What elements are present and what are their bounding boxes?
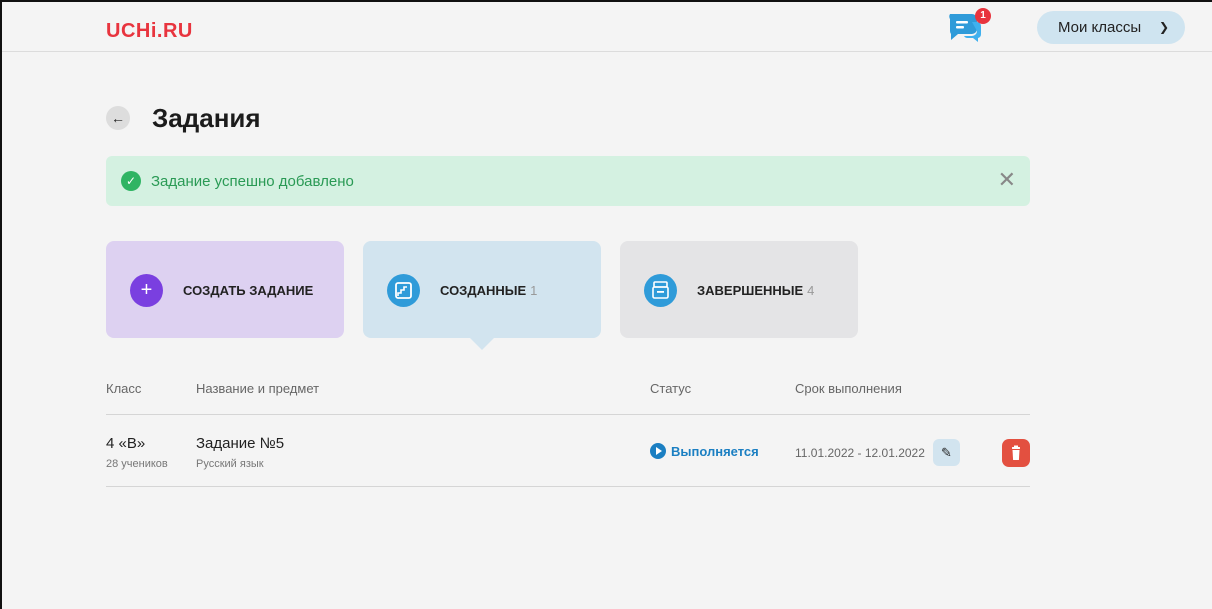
deadline-range: 11.01.2022 - 12.01.2022 <box>795 446 925 460</box>
pencil-icon: ✎ <box>941 445 952 460</box>
column-header-deadline: Срок выполнения <box>795 381 902 396</box>
table-row-divider <box>106 486 1030 487</box>
my-classes-label: Мои классы <box>1058 19 1142 36</box>
delete-button[interactable] <box>1002 439 1030 467</box>
edit-button[interactable]: ✎ <box>933 439 960 466</box>
status-badge: Выполняется <box>650 443 759 459</box>
created-count: 1 <box>530 283 538 298</box>
page-title: Задания <box>152 103 261 133</box>
archive-icon <box>644 274 677 307</box>
completed-tab-label: ЗАВЕРШЕННЫЕ 4 <box>697 283 814 298</box>
task-subject: Русский язык <box>196 458 264 470</box>
student-count: 28 учеников <box>106 458 168 470</box>
completed-count: 4 <box>807 283 815 298</box>
completed-tab-text: ЗАВЕРШЕННЫЕ <box>697 283 804 298</box>
trash-icon <box>1012 445 1020 460</box>
check-circle-icon: ✓ <box>121 171 141 191</box>
create-task-card[interactable]: + СОЗДАТЬ ЗАДАНИЕ <box>106 241 344 338</box>
tab-completed[interactable]: ЗАВЕРШЕННЫЕ 4 <box>620 241 858 338</box>
back-button[interactable]: ← <box>106 106 130 130</box>
class-name: 4 «В» <box>106 435 146 452</box>
close-icon[interactable]: ✕ <box>998 167 1016 193</box>
alert-message: Задание успешно добавлено <box>151 173 354 190</box>
tab-created[interactable]: СОЗДАННЫЕ 1 <box>363 241 601 350</box>
created-tab-label: СОЗДАННЫЕ 1 <box>440 283 537 298</box>
table-header-divider <box>106 414 1030 415</box>
my-classes-dropdown[interactable]: Мои классы ❯ <box>1037 11 1185 44</box>
chevron-down-icon: ❯ <box>1158 20 1169 34</box>
task-title[interactable]: Задание №5 <box>196 435 284 452</box>
column-header-status: Статус <box>650 381 692 396</box>
play-circle-icon <box>650 443 666 459</box>
notification-badge: 1 <box>975 8 991 24</box>
column-header-title: Название и предмет <box>196 381 320 396</box>
uchi-logo[interactable]: UCHi.RU <box>106 20 193 43</box>
top-header: UCHi.RU 1 Мои классы ❯ <box>0 0 1212 52</box>
created-tab-text: СОЗДАННЫЕ <box>440 283 527 298</box>
arrow-left-icon: ← <box>111 110 125 126</box>
column-header-class: Класс <box>106 381 142 396</box>
stairs-icon <box>387 274 420 307</box>
create-task-label: СОЗДАТЬ ЗАДАНИЕ <box>183 283 314 298</box>
success-alert: ✓ Задание успешно добавлено ✕ <box>106 156 1030 206</box>
plus-icon: + <box>130 274 163 307</box>
status-label: Выполняется <box>671 444 759 459</box>
